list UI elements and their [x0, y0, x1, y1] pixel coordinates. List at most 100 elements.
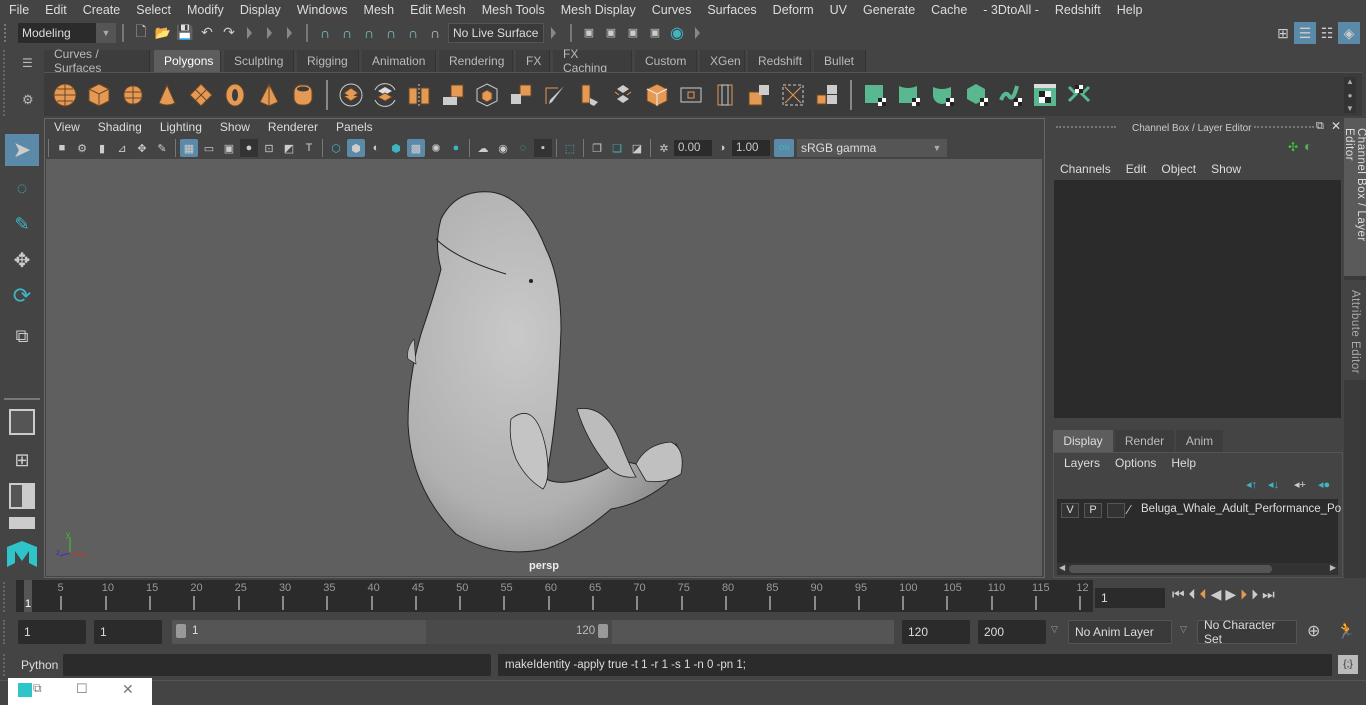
tab-animation[interactable]: Animation	[362, 50, 436, 72]
cmd-grip[interactable]	[3, 654, 7, 676]
bookmark-icon[interactable]: ▮	[93, 139, 111, 157]
menu-create[interactable]: Create	[74, 3, 128, 17]
anim-layer-dropdown[interactable]: No Anim Layer	[1068, 620, 1172, 644]
collapse-arrow[interactable]	[246, 24, 254, 42]
script-language-toggle[interactable]: Python	[21, 658, 58, 672]
help-menu[interactable]: Help	[1171, 456, 1196, 470]
visibility-toggle[interactable]: V	[1061, 503, 1079, 518]
grease-pencil-icon[interactable]: ✎	[153, 139, 171, 157]
options-menu[interactable]: Options	[1115, 456, 1156, 470]
animation-end-field[interactable]: 200	[978, 620, 1046, 644]
camera-attributes-icon[interactable]: ⚙	[73, 139, 91, 157]
animation-start-field[interactable]: 1	[18, 620, 86, 644]
menu-help[interactable]: Help	[1108, 3, 1150, 17]
float-panel-icon[interactable]: ⧉	[1316, 120, 1324, 133]
four-view-layout[interactable]: ⊞	[5, 444, 39, 476]
paint-select-tool[interactable]: ✎	[5, 208, 39, 240]
new-layer-icon[interactable]: ◂+	[1294, 478, 1306, 491]
multi-cut-icon[interactable]	[541, 81, 569, 109]
viewport-menu-shading[interactable]: Shading	[89, 120, 151, 138]
speed-icon[interactable]: ◐	[1304, 138, 1312, 154]
image-plane-icon[interactable]: ⊿	[113, 139, 131, 157]
character-set-dropdown[interactable]: No Character Set	[1197, 618, 1297, 646]
resolution-gate-icon[interactable]: ▣	[220, 139, 238, 157]
channel-box-icon[interactable]: ◈	[1338, 22, 1360, 44]
poly-pyramid-icon[interactable]	[255, 81, 283, 109]
remesh-icon[interactable]	[507, 81, 535, 109]
viewport-menu-renderer[interactable]: Renderer	[259, 120, 327, 138]
two-view-layout[interactable]	[5, 480, 39, 512]
edit-menu[interactable]: Edit	[1126, 162, 1147, 176]
tab-rigging[interactable]: Rigging	[297, 50, 359, 72]
3d-viewport[interactable]: persp y x z	[46, 159, 1042, 576]
collapse-arrow[interactable]	[286, 24, 294, 42]
layer-row[interactable]: V P ∕ Beluga_Whale_Adult_Performance_Po	[1061, 502, 1342, 521]
scroll-right-icon[interactable]: ▶	[1330, 563, 1336, 572]
poly-cylinder-icon[interactable]	[119, 81, 147, 109]
motion-blur-icon[interactable]: ◉	[494, 139, 512, 157]
move-tool[interactable]: ✥	[5, 244, 39, 276]
modeling-toolkit-icon[interactable]: ⊞	[1272, 22, 1294, 44]
smooth-icon[interactable]	[439, 81, 467, 109]
ipr-render-icon[interactable]: ▣	[622, 22, 644, 44]
film-gate-icon[interactable]: ▭	[200, 139, 218, 157]
extrude-icon[interactable]	[575, 81, 603, 109]
layer-color-swatch[interactable]: ∕	[1128, 502, 1130, 517]
use-all-lights-icon[interactable]: ✺	[427, 139, 445, 157]
attribute-editor-icon[interactable]: ☰	[1294, 22, 1316, 44]
snap-view-plane-icon[interactable]: ∩	[380, 22, 402, 44]
uv-editor-icon[interactable]	[1031, 81, 1059, 109]
tab-xgen[interactable]: XGen	[700, 50, 745, 72]
timeline-grip[interactable]	[3, 582, 7, 612]
playback-start-field[interactable]: 1	[94, 620, 162, 644]
viewport-menu-view[interactable]: View	[45, 120, 89, 138]
move-layer-up-icon[interactable]: ◂↑	[1246, 478, 1257, 491]
step-forward-key-icon[interactable]: ⏵	[1240, 586, 1247, 603]
channel-box-list[interactable]	[1054, 180, 1341, 418]
range-end-handle[interactable]	[598, 624, 608, 638]
open-scene-icon[interactable]: 📂	[152, 22, 174, 44]
reduce-icon[interactable]	[473, 81, 501, 109]
script-editor-icon[interactable]: {;}	[1338, 655, 1358, 674]
rotate-tool[interactable]: ⟳	[5, 280, 39, 312]
menu-file[interactable]: File	[0, 3, 36, 17]
menu-edit[interactable]: Edit	[36, 3, 74, 17]
menu-select[interactable]: Select	[127, 3, 178, 17]
channels-menu[interactable]: Channels	[1060, 162, 1111, 176]
menu-uv[interactable]: UV	[821, 3, 854, 17]
manipulator-icon[interactable]: ✣	[1288, 140, 1298, 154]
auto-key-icon[interactable]: ⊕	[1307, 621, 1320, 641]
restore-icon[interactable]: ⧉	[33, 681, 42, 696]
menu-deform[interactable]: Deform	[764, 3, 821, 17]
tab-display[interactable]: Display	[1053, 430, 1113, 452]
menu-modify[interactable]: Modify	[178, 3, 231, 17]
2d-pan-zoom-icon[interactable]: ✥	[133, 139, 151, 157]
render-current-icon[interactable]: ▣	[600, 22, 622, 44]
range-grip[interactable]	[3, 620, 7, 644]
tab-custom[interactable]: Custom	[635, 50, 697, 72]
merge-icon[interactable]	[779, 81, 807, 109]
combine-icon[interactable]	[337, 81, 365, 109]
tab-fx[interactable]: FX	[516, 50, 550, 72]
exposure-field[interactable]: 0.00	[674, 140, 712, 156]
automatic-uv-icon[interactable]	[963, 81, 991, 109]
wireframe-icon[interactable]: ⬡	[327, 139, 345, 157]
poly-sphere-icon[interactable]	[51, 81, 79, 109]
tab-sculpting[interactable]: Sculpting	[224, 50, 294, 72]
step-forward-frame-icon[interactable]: ⏵	[1251, 586, 1258, 603]
color-space-dropdown[interactable]: sRGB gamma ▼	[797, 139, 947, 157]
color-management-toggle[interactable]: ON	[774, 139, 794, 157]
render-view-icon[interactable]: ▣	[578, 22, 600, 44]
panel-grip[interactable]	[1056, 126, 1116, 129]
quad-draw-icon[interactable]	[813, 81, 841, 109]
time-slider[interactable]: 1 5 10 15 20 25 30 35 40 45 50 55 60 65 70 75 80 85 90 95 10…	[16, 580, 1093, 612]
poly-cube-icon[interactable]	[85, 81, 113, 109]
scroll-thumb[interactable]	[1069, 565, 1272, 573]
snap-curve-icon[interactable]: ∩	[336, 22, 358, 44]
default-material-icon[interactable]: ◐	[367, 139, 385, 157]
mode-dropdown[interactable]: Modeling ▼	[18, 22, 116, 43]
mirror-icon[interactable]	[405, 81, 433, 109]
scale-tool[interactable]: ⧉	[5, 320, 39, 352]
viewport-menu-panels[interactable]: Panels	[327, 120, 382, 138]
grip-handle[interactable]	[4, 23, 8, 42]
